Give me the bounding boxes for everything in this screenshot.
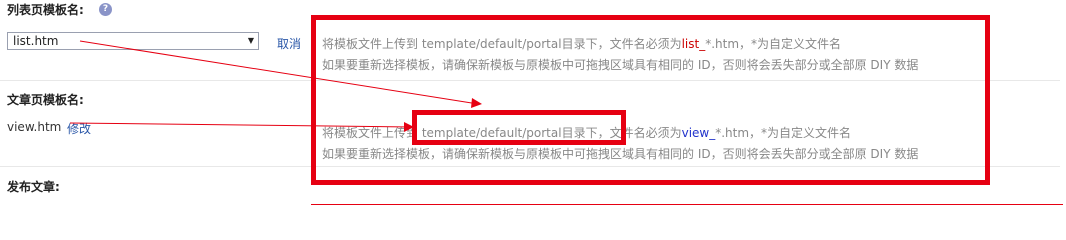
annotation-arrows [69,40,482,132]
annotation-arrow-line [69,122,411,128]
annotation-arrowhead [404,122,414,132]
annotation-arrowhead [471,98,482,108]
annotation-arrow-line [79,40,479,105]
